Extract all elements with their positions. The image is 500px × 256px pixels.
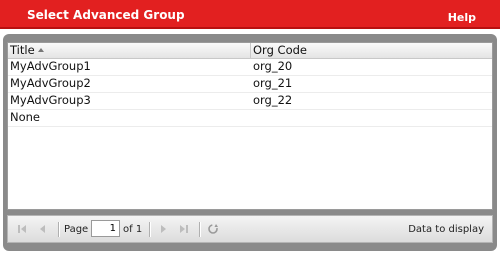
group-grid: Title Org Code MyAdvGroup1 org_20 MyAdvG… xyxy=(7,42,493,210)
column-header-org-code[interactable]: Org Code xyxy=(251,43,492,58)
help-link[interactable]: Help xyxy=(448,11,476,24)
row-title: MyAdvGroup3 xyxy=(10,93,91,107)
dialog-title: Select Advanced Group xyxy=(27,8,185,22)
toolbar-separator xyxy=(149,222,151,237)
table-row[interactable]: MyAdvGroup1 org_20 xyxy=(8,59,492,76)
page-number-input[interactable] xyxy=(91,220,120,237)
grid-header: Title Org Code xyxy=(8,43,492,59)
row-title: MyAdvGroup2 xyxy=(10,76,91,90)
table-row[interactable]: None xyxy=(8,110,492,127)
paging-status: Data to display xyxy=(408,224,484,235)
prev-page-icon[interactable] xyxy=(37,223,49,235)
table-row[interactable]: MyAdvGroup2 org_21 xyxy=(8,76,492,93)
dialog-titlebar: Select Advanced Group Help xyxy=(0,0,500,29)
column-header-title[interactable]: Title xyxy=(8,43,251,58)
table-row[interactable]: MyAdvGroup3 org_22 xyxy=(8,93,492,110)
page-label: Page xyxy=(64,224,89,235)
column-header-org-code-label: Org Code xyxy=(253,43,307,57)
column-header-title-label: Title xyxy=(10,43,35,57)
row-title: MyAdvGroup1 xyxy=(10,59,91,73)
paging-toolbar: Page of 1 Data to display xyxy=(7,215,493,243)
sort-ascending-icon xyxy=(37,48,44,52)
page-count-label: of 1 xyxy=(123,224,143,235)
last-page-icon[interactable] xyxy=(178,223,190,235)
row-org-code: org_22 xyxy=(253,93,293,107)
row-org-code: org_20 xyxy=(253,59,293,73)
toolbar-separator xyxy=(58,222,60,237)
row-org-code: org_21 xyxy=(253,76,293,90)
next-page-icon[interactable] xyxy=(157,223,169,235)
toolbar-separator xyxy=(199,222,201,237)
refresh-icon[interactable] xyxy=(207,223,219,235)
row-title: None xyxy=(10,110,41,124)
first-page-icon[interactable] xyxy=(16,223,28,235)
